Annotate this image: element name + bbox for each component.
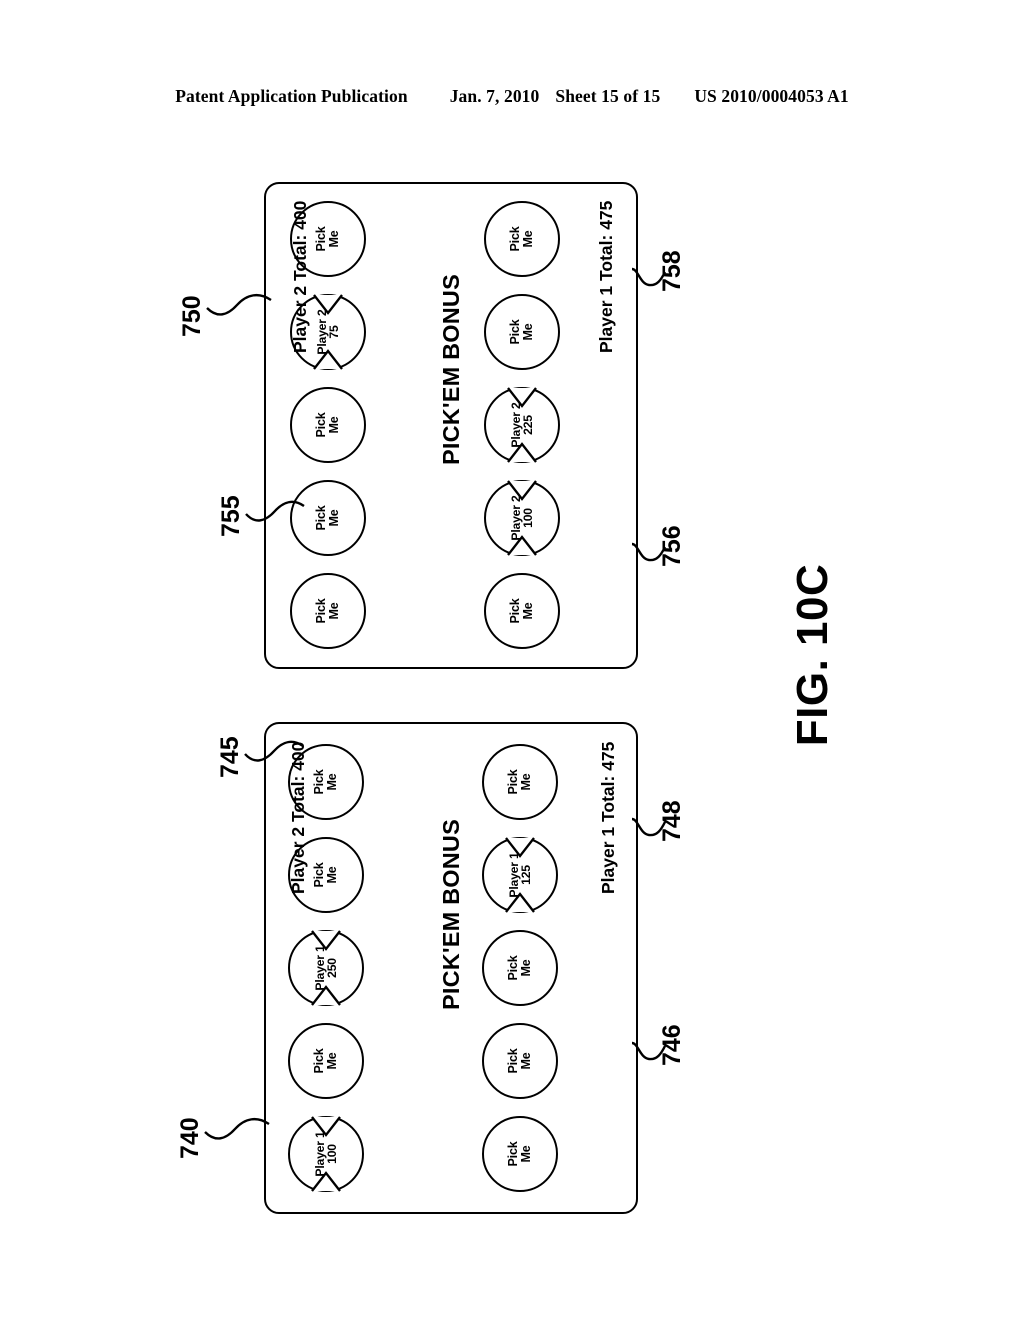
disc-label: Pick Me <box>506 769 533 795</box>
notch-chevron-right <box>313 294 343 315</box>
leader-line-740 <box>204 1117 270 1140</box>
revealed-award-disc[interactable]: Player 2 225 <box>484 387 560 463</box>
revealed-award-disc[interactable]: Player 1 250 <box>288 930 364 1006</box>
pick-me-disc[interactable]: Pick Me <box>288 1023 364 1099</box>
pick-me-disc[interactable]: Pick Me <box>482 930 558 1006</box>
leader-line-756 <box>631 542 667 562</box>
pick-me-disc[interactable]: Pick Me <box>482 1116 558 1192</box>
disc-label: Player 2 225 <box>508 402 535 448</box>
leader-line-750 <box>206 293 272 316</box>
notch-chevron-left <box>507 442 537 463</box>
pick-me-disc[interactable]: Pick Me <box>482 1023 558 1099</box>
figure-10c: Pick Me Pick Me Pick Me Player 2 75 Pick Me P… <box>0 0 1024 1320</box>
disc-label: Pick Me <box>314 412 341 438</box>
revealed-award-disc[interactable]: Player 2 100 <box>484 480 560 556</box>
pick-me-disc[interactable]: Pick Me <box>484 573 560 649</box>
notch-chevron-left <box>311 985 341 1006</box>
disc-label: Pick Me <box>314 226 341 252</box>
notch-chevron-left <box>313 349 343 370</box>
player1-total: Player 1 Total: 475 <box>598 741 618 894</box>
disc-cell: Player 1 125 <box>482 835 560 913</box>
player1-total: Player 1 Total: 475 <box>596 200 616 353</box>
revealed-award-disc[interactable]: Player 1 125 <box>482 837 558 913</box>
leader-line-755 <box>245 500 305 522</box>
disc-label: Pick Me <box>506 1141 533 1167</box>
disc-label: Pick Me <box>314 598 341 624</box>
pick-me-disc[interactable]: Pick Me <box>484 201 560 277</box>
leader-line-745 <box>244 740 304 762</box>
disc-label: Pick Me <box>508 319 535 345</box>
pickem-bonus-panel-750: Pick Me Pick Me Pick Me Player 2 75 Pick Me P… <box>264 182 638 669</box>
notch-chevron-right <box>507 387 537 408</box>
notch-chevron-left <box>505 892 535 913</box>
disc-cell: Player 1 250 <box>288 928 366 1006</box>
pickem-bonus-panel-740: Player 1 100 Pick Me Player 1 250 Pick Me Pi… <box>264 722 638 1214</box>
bonus-title: PICK'EM BONUS <box>438 274 464 465</box>
disc-cell: Pick Me <box>484 199 562 277</box>
leader-line-746 <box>631 1041 667 1061</box>
notch-chevron-left <box>311 1171 341 1192</box>
pick-me-disc[interactable]: Pick Me <box>482 744 558 820</box>
disc-cell: Pick Me <box>290 385 368 463</box>
bonus-title: PICK'EM BONUS <box>438 819 464 1010</box>
leader-line-748 <box>631 817 667 837</box>
disc-row: Pick Me Player 2 100 Player 2 225 Pick Me Pi… <box>484 184 562 671</box>
leader-line-758 <box>631 267 667 287</box>
notch-chevron-right <box>311 1116 341 1137</box>
disc-label: Pick Me <box>508 226 535 252</box>
pick-me-disc[interactable]: Pick Me <box>290 387 366 463</box>
disc-cell: Pick Me <box>482 742 560 820</box>
disc-cell: Pick Me <box>482 928 560 1006</box>
disc-cell: Pick Me <box>290 571 368 649</box>
disc-label: Player 2 75 <box>314 309 341 355</box>
disc-label: Pick Me <box>314 505 341 531</box>
disc-cell: Pick Me <box>484 571 562 649</box>
disc-label: Player 1 250 <box>312 945 339 991</box>
disc-cell: Pick Me <box>482 1114 560 1192</box>
disc-cell: Player 1 100 <box>288 1114 366 1192</box>
notch-chevron-right <box>507 480 537 501</box>
disc-cell: Pick Me <box>484 292 562 370</box>
disc-label: Pick Me <box>312 769 339 795</box>
player2-total: Player 2 Total: 400 <box>290 200 310 353</box>
disc-cell: Player 2 100 <box>484 478 562 556</box>
disc-label: Player 2 100 <box>508 495 535 541</box>
disc-label: Player 1 100 <box>312 1131 339 1177</box>
pick-me-disc[interactable]: Pick Me <box>290 573 366 649</box>
disc-row: Pick Me Pick Me Pick Me Player 1 125 Pick Me <box>482 724 560 1216</box>
disc-label: Pick Me <box>312 1048 339 1074</box>
revealed-award-disc[interactable]: Player 1 100 <box>288 1116 364 1192</box>
pick-me-disc[interactable]: Pick Me <box>484 294 560 370</box>
disc-label: Player 1 125 <box>506 852 533 898</box>
panel-740-content: Player 1 100 Pick Me Player 1 250 Pick Me Pi… <box>266 724 640 1216</box>
notch-chevron-right <box>311 930 341 951</box>
disc-label: Pick Me <box>312 862 339 888</box>
figure-caption: FIG. 10C <box>788 563 837 747</box>
disc-cell: Pick Me <box>288 1021 366 1099</box>
disc-cell: Pick Me <box>482 1021 560 1099</box>
notch-chevron-right <box>505 837 535 858</box>
disc-label: Pick Me <box>508 598 535 624</box>
disc-label: Pick Me <box>506 955 533 981</box>
disc-label: Pick Me <box>506 1048 533 1074</box>
panel-750-content: Pick Me Pick Me Pick Me Player 2 75 Pick Me P… <box>266 184 640 671</box>
notch-chevron-left <box>507 535 537 556</box>
disc-cell: Player 2 225 <box>484 385 562 463</box>
